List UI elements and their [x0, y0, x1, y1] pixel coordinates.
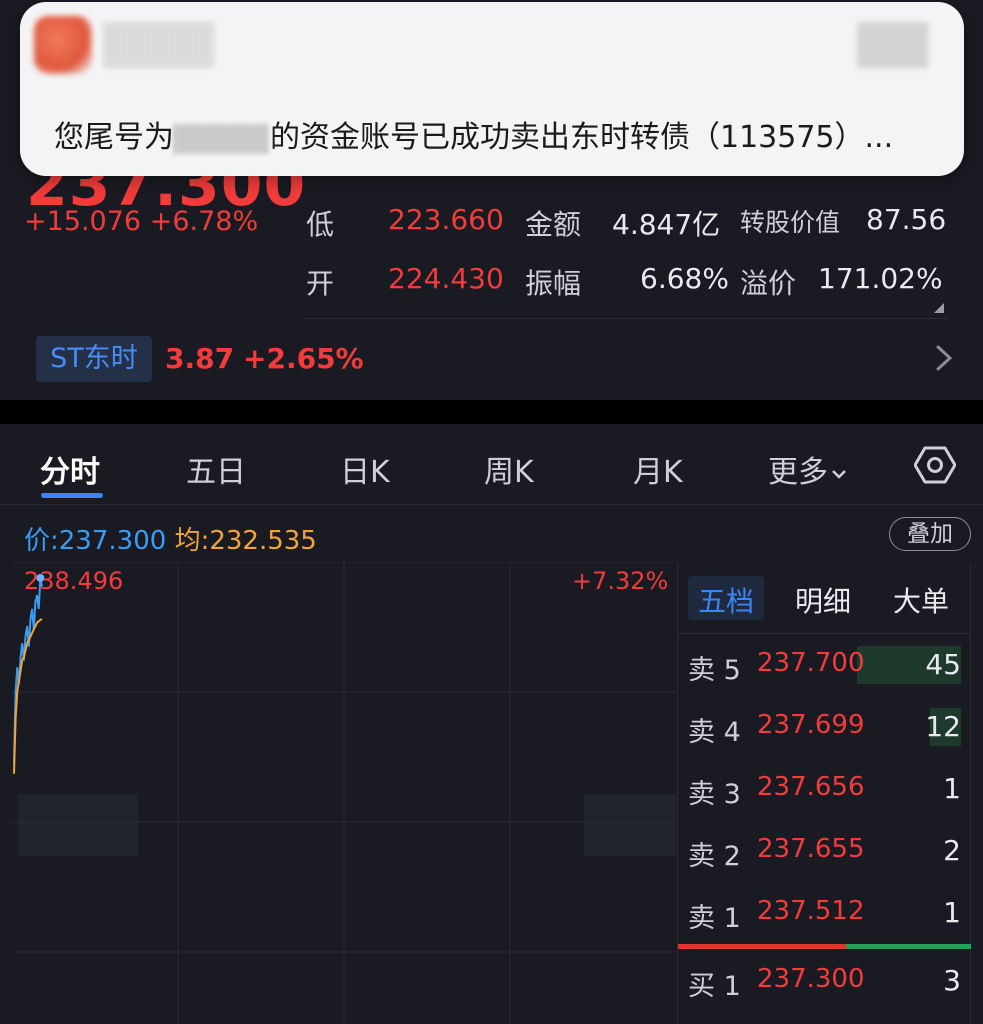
price-avg-readout: 价:237.300 均:232.535 [24, 526, 317, 556]
chart-pct-label: +7.32% [572, 567, 669, 595]
chart-high-label: 238.496 [24, 567, 124, 595]
chart-grid [12, 562, 676, 1024]
order-side: 卖 1 [688, 903, 741, 934]
order-side: 卖 3 [688, 779, 741, 810]
order-book-tab-large-orders[interactable]: 大单 [893, 580, 949, 620]
price-change: +15.076 +6.78% [24, 206, 258, 237]
order-book-row[interactable]: 卖 4 237.699 12 [678, 696, 971, 758]
open-label: 开 [306, 267, 335, 300]
conv-value-label: 转股价值 [740, 208, 841, 237]
order-book-row[interactable]: 卖 3 237.656 1 [678, 758, 971, 820]
open-value: 224.430 [388, 262, 504, 295]
change-pct: +6.78% [149, 206, 259, 237]
tabs-divider [0, 504, 983, 505]
order-price: 237.699 [757, 710, 865, 740]
account-number-redacted [174, 123, 270, 154]
tab-day-k[interactable]: 日K [340, 447, 390, 491]
chevron-right-icon[interactable] [935, 344, 953, 372]
order-price: 237.300 [757, 964, 865, 994]
order-side: 卖 5 [688, 655, 741, 686]
premium-value: 171.02% [818, 262, 943, 295]
order-volume: 45 [925, 648, 961, 681]
price-series-line [13, 577, 43, 764]
redacted-blur-right [584, 794, 676, 856]
order-volume: 2 [943, 834, 961, 867]
order-side: 卖 2 [688, 841, 741, 872]
order-volume: 1 [943, 896, 961, 929]
settings-hexagon-icon[interactable] [914, 444, 956, 486]
overlay-button[interactable]: 叠加 [889, 517, 971, 551]
related-stock-change: +2.65% [243, 342, 364, 375]
order-side: 卖 4 [688, 717, 741, 748]
tab-week-k[interactable]: 周K [484, 447, 534, 491]
notification-banner[interactable]: 您尾号为 的资金账号已成功卖出东时转债（113575）... [20, 2, 964, 176]
amount-value: 4.847亿 [612, 208, 721, 241]
redacted-blur-left [18, 794, 138, 856]
tab-more[interactable]: 更多 [768, 447, 848, 491]
order-volume: 12 [925, 710, 961, 743]
notification-time-redacted [858, 22, 928, 68]
change-value: +15.076 [24, 206, 142, 237]
order-book-row[interactable]: 卖 5 237.700 45 [678, 634, 971, 696]
chevron-down-icon [832, 469, 846, 479]
conv-value: 87.56 [866, 203, 947, 236]
order-book-row[interactable]: 卖 2 237.655 2 [678, 820, 971, 882]
amount-label: 金额 [525, 208, 582, 241]
app-name-redacted [104, 22, 214, 68]
tab-intraday[interactable]: 分时 [40, 447, 100, 491]
order-book-tab-details[interactable]: 明细 [795, 580, 851, 620]
order-book-tab-five-levels[interactable]: 五档 [698, 580, 754, 620]
premium-label: 溢价 [740, 267, 797, 300]
average-series-line [13, 618, 43, 774]
tab-five-day[interactable]: 五日 [186, 447, 246, 491]
related-stock-name[interactable]: ST东时 [36, 336, 152, 382]
amplitude-label: 振幅 [525, 267, 582, 300]
order-volume: 1 [943, 772, 961, 805]
app-icon [34, 16, 92, 74]
order-price: 237.700 [757, 648, 865, 678]
active-tab-indicator [41, 493, 103, 498]
related-stock-price: 3.87 [165, 342, 235, 375]
order-side: 买 1 [688, 971, 741, 1002]
order-price: 237.656 [757, 772, 865, 802]
order-book-row[interactable]: 买 1 237.300 3 [678, 950, 971, 1012]
sell-ratio-bar [678, 944, 846, 949]
notification-message: 您尾号为 的资金账号已成功卖出东时转债（113575）... [54, 120, 894, 155]
buy-ratio-bar [846, 944, 971, 949]
amplitude-value: 6.68% [640, 262, 729, 295]
low-label: 低 [306, 208, 335, 241]
order-price: 237.512 [757, 896, 865, 926]
order-price: 237.655 [757, 834, 865, 864]
intraday-chart[interactable] [12, 562, 676, 1024]
expand-corner-icon[interactable] [934, 303, 944, 313]
tab-month-k[interactable]: 月K [633, 447, 683, 491]
low-value: 223.660 [388, 203, 504, 236]
order-book-row[interactable]: 卖 1 237.512 1 [678, 882, 971, 944]
quote-divider [305, 318, 947, 319]
order-volume: 3 [943, 964, 961, 997]
